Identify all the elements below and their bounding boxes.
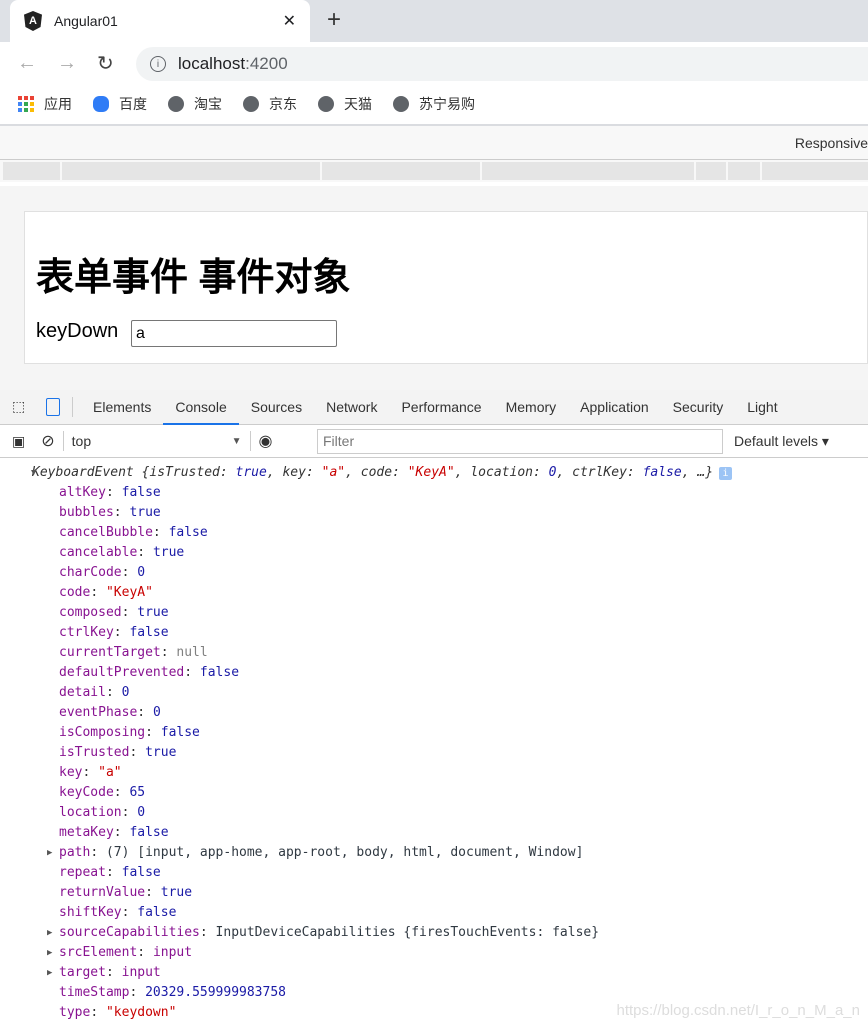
context-select[interactable]: top bbox=[72, 433, 232, 449]
bookmark-5[interactable]: 苏宁易购 bbox=[393, 94, 475, 114]
property-row: isTrusted: true bbox=[59, 745, 177, 760]
media-query-ruler bbox=[0, 160, 868, 182]
property-row: altKey: false bbox=[59, 485, 161, 500]
tab-network[interactable]: Network bbox=[314, 390, 389, 425]
info-icon[interactable]: i bbox=[719, 467, 733, 480]
sidebar-toggle-icon[interactable]: ▣ bbox=[12, 433, 25, 450]
tab-performance[interactable]: Performance bbox=[389, 390, 493, 425]
tab-sources[interactable]: Sources bbox=[239, 390, 314, 425]
new-tab-button[interactable]: + bbox=[327, 6, 341, 34]
device-toolbar: Responsive bbox=[0, 126, 868, 160]
property-row[interactable]: ▶ path: (7) [input, app-home, app-root, b… bbox=[0, 843, 868, 863]
info-icon[interactable]: i bbox=[150, 56, 166, 72]
property-row: code: "KeyA" bbox=[59, 585, 153, 600]
globe-icon bbox=[168, 96, 184, 112]
expand-arrow-icon[interactable]: ▶ bbox=[47, 963, 52, 983]
page-viewport: 表单事件 事件对象 keyDown bbox=[0, 186, 868, 390]
bookmarks-bar: 应用 百度 淘宝 京东 天猫 苏宁易购 bbox=[0, 84, 868, 126]
back-icon[interactable]: ← bbox=[17, 52, 37, 75]
property-row: composed: true bbox=[59, 605, 169, 620]
property-row: returnValue: true bbox=[59, 885, 193, 900]
browser-toolbar: ← → ↻ i localhost:4200 bbox=[0, 42, 868, 84]
bookmark-label: 淘宝 bbox=[194, 96, 222, 112]
keydown-input[interactable] bbox=[131, 320, 337, 347]
expand-arrow-icon[interactable]: ▶ bbox=[47, 923, 52, 943]
inspect-icon[interactable]: ⬚ bbox=[12, 398, 30, 416]
property-row: location: 0 bbox=[59, 805, 146, 820]
device-toggle-icon[interactable] bbox=[46, 398, 60, 416]
bookmark-3[interactable]: 京东 bbox=[243, 94, 297, 114]
console-output: ▼ KeyboardEvent {isTrusted: true, key: "a… bbox=[0, 463, 868, 1023]
tab-elements[interactable]: Elements bbox=[81, 390, 163, 425]
tab-memory[interactable]: Memory bbox=[494, 390, 569, 425]
bookmark-1[interactable]: 百度 bbox=[93, 94, 147, 114]
property-row: key: "a" bbox=[59, 765, 122, 780]
levels-dropdown[interactable]: Default levels ▾ bbox=[734, 433, 829, 450]
forward-icon[interactable]: → bbox=[57, 52, 77, 75]
bookmark-label: 百度 bbox=[119, 96, 147, 112]
property-row: isComposing: false bbox=[59, 725, 200, 740]
page-title: 表单事件 事件对象 bbox=[36, 257, 351, 299]
property-row: charCode: 0 bbox=[59, 565, 146, 580]
bookmark-0[interactable]: 应用 bbox=[18, 94, 72, 114]
divider bbox=[62, 431, 64, 451]
property-row[interactable]: ▶ sourceCapabilities: InputDeviceCapabili… bbox=[0, 923, 868, 943]
property-row: metaKey: false bbox=[59, 825, 169, 840]
property-row: currentTarget: null bbox=[59, 645, 208, 660]
filter-input[interactable]: Filter bbox=[317, 428, 723, 454]
reload-icon[interactable]: ↻ bbox=[97, 51, 114, 76]
expand-arrow-icon[interactable]: ▶ bbox=[47, 843, 52, 863]
tab-strip: A Angular01 ✕ + bbox=[0, 0, 868, 42]
property-row[interactable]: ▶ target: input bbox=[0, 963, 868, 983]
url-host: localhost bbox=[178, 54, 246, 73]
address-bar[interactable]: i localhost:4200 bbox=[136, 47, 868, 81]
tab-application[interactable]: Application bbox=[568, 390, 661, 425]
property-row: repeat: false bbox=[59, 865, 161, 880]
tab-console[interactable]: Console bbox=[163, 390, 239, 425]
tab-title: Angular01 bbox=[54, 13, 118, 29]
chevron-down-icon: ▼ bbox=[231, 435, 242, 447]
globe-icon bbox=[243, 96, 259, 112]
watermark: https://blog.csdn.net/I_r_o_n_M_a_n bbox=[616, 1002, 860, 1019]
property-row: eventPhase: 0 bbox=[59, 705, 161, 720]
devtools-tabs: ⬚ Elements Console Sources Network Performan… bbox=[0, 390, 868, 425]
globe-icon bbox=[318, 96, 334, 112]
property-row: ctrlKey: false bbox=[59, 625, 169, 640]
bookmark-label: 天猫 bbox=[344, 96, 372, 112]
bookmark-label: 应用 bbox=[44, 96, 72, 112]
expand-arrow-icon[interactable]: ▶ bbox=[47, 943, 52, 963]
bookmark-label: 京东 bbox=[269, 96, 297, 112]
property-row: detail: 0 bbox=[59, 685, 130, 700]
property-row[interactable]: ▶ srcElement: input bbox=[0, 943, 868, 963]
property-row: keyCode: 65 bbox=[59, 785, 146, 800]
property-row: cancelBubble: false bbox=[59, 525, 208, 540]
tab-light[interactable]: Light bbox=[735, 390, 789, 425]
bookmark-label: 苏宁易购 bbox=[419, 96, 475, 112]
apps-icon bbox=[18, 96, 34, 112]
console-toolbar: ▣ ⊘ top ▼ ◉ Filter Default levels ▾ bbox=[0, 425, 868, 458]
angular-icon: A bbox=[24, 11, 42, 31]
globe-icon bbox=[393, 96, 409, 112]
tab-security[interactable]: Security bbox=[661, 390, 736, 425]
baidu-paw-icon bbox=[93, 96, 109, 112]
close-tab-icon[interactable]: ✕ bbox=[283, 11, 296, 31]
device-mode[interactable]: Responsive bbox=[795, 135, 868, 151]
browser-tab[interactable]: A Angular01 ✕ bbox=[10, 0, 310, 42]
property-row: shiftKey: false bbox=[59, 905, 177, 920]
keydown-label: keyDown bbox=[36, 320, 119, 342]
property-row: defaultPrevented: false bbox=[59, 665, 240, 680]
expand-arrow-icon[interactable]: ▼ bbox=[31, 463, 36, 483]
keyboard-event-summary[interactable]: ▼ KeyboardEvent {isTrusted: true, key: "a… bbox=[0, 463, 868, 483]
eye-icon[interactable]: ◉ bbox=[259, 431, 273, 451]
clear-console-icon[interactable]: ⊘ bbox=[41, 431, 54, 451]
app-home: 表单事件 事件对象 keyDown bbox=[24, 211, 868, 364]
divider bbox=[249, 431, 251, 451]
divider bbox=[72, 397, 73, 417]
property-row: cancelable: true bbox=[59, 545, 185, 560]
bookmark-2[interactable]: 淘宝 bbox=[168, 94, 222, 114]
property-row: timeStamp: 20329.559999983758 bbox=[59, 985, 286, 1000]
property-row: bubbles: true bbox=[59, 505, 161, 520]
bookmark-4[interactable]: 天猫 bbox=[318, 94, 372, 114]
url-port: :4200 bbox=[245, 54, 288, 73]
